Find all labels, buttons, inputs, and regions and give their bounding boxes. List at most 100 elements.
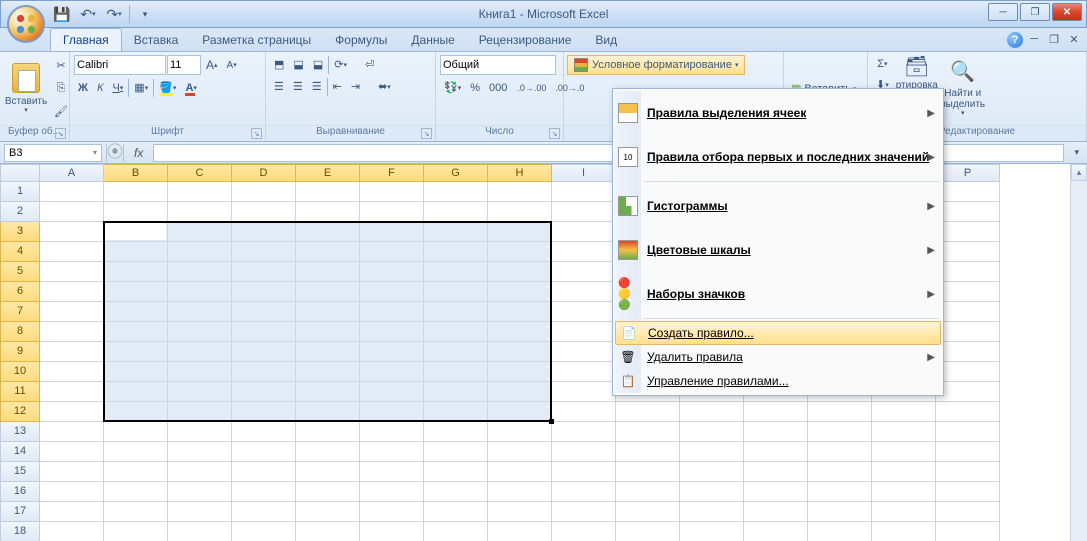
- column-header-C[interactable]: C: [168, 164, 232, 182]
- close-button[interactable]: ✕: [1052, 3, 1082, 21]
- doc-restore-icon[interactable]: ❐: [1047, 32, 1061, 46]
- wrap-text-icon[interactable]: ⏎: [361, 55, 378, 74]
- row-header-10[interactable]: 10: [0, 362, 40, 382]
- clipboard-launcher-icon[interactable]: ↘: [55, 128, 66, 139]
- column-header-I[interactable]: I: [552, 164, 616, 182]
- column-header-P[interactable]: P: [936, 164, 1000, 182]
- increase-decimal-icon[interactable]: .0→.00: [513, 80, 550, 96]
- row-header-9[interactable]: 9: [0, 342, 40, 362]
- find-select-button[interactable]: 🔍 Найти и выделить▾: [941, 55, 985, 121]
- name-box[interactable]: B3▾: [4, 144, 102, 162]
- tab-review[interactable]: Рецензирование: [467, 29, 584, 51]
- increase-indent-icon[interactable]: ⇥: [347, 77, 364, 96]
- underline-button[interactable]: Ч▾: [108, 79, 127, 97]
- row-header-5[interactable]: 5: [0, 262, 40, 282]
- align-middle-icon[interactable]: ⬓: [289, 55, 307, 74]
- menu-color-scales[interactable]: Цветовые шкалы ▶: [615, 228, 941, 272]
- scroll-up-icon[interactable]: ▴: [1071, 164, 1087, 181]
- column-header-A[interactable]: A: [40, 164, 104, 182]
- tab-page-layout[interactable]: Разметка страницы: [190, 29, 323, 51]
- tab-formulas[interactable]: Формулы: [323, 29, 399, 51]
- alignment-launcher-icon[interactable]: ↘: [421, 128, 432, 139]
- align-center-icon[interactable]: ☰: [289, 77, 307, 96]
- row-header-17[interactable]: 17: [0, 502, 40, 522]
- font-size-combo[interactable]: [167, 55, 201, 75]
- cut-icon[interactable]: ✂: [50, 56, 72, 75]
- font-color-icon[interactable]: A▾: [181, 79, 200, 97]
- column-header-E[interactable]: E: [296, 164, 360, 182]
- row-header-18[interactable]: 18: [0, 522, 40, 541]
- office-button[interactable]: [7, 5, 45, 43]
- redo-icon[interactable]: ↷▾: [103, 3, 125, 25]
- fx-icon[interactable]: fx: [128, 146, 149, 160]
- row-header-12[interactable]: 12: [0, 402, 40, 422]
- accounting-format-icon[interactable]: 💱▾: [440, 78, 465, 97]
- row-header-6[interactable]: 6: [0, 282, 40, 302]
- number-launcher-icon[interactable]: ↘: [549, 128, 560, 139]
- align-top-icon[interactable]: ⬒: [270, 55, 288, 74]
- qat-customize-icon[interactable]: ▾: [134, 3, 156, 25]
- column-header-H[interactable]: H: [488, 164, 552, 182]
- menu-highlight-cells-rules[interactable]: Правила выделения ячеек ▶: [615, 91, 941, 135]
- tab-home[interactable]: Главная: [50, 28, 122, 51]
- row-header-13[interactable]: 13: [0, 422, 40, 442]
- column-header-F[interactable]: F: [360, 164, 424, 182]
- undo-icon[interactable]: ↶▾: [77, 3, 99, 25]
- align-right-icon[interactable]: ☰: [308, 77, 326, 96]
- row-header-11[interactable]: 11: [0, 382, 40, 402]
- formula-bar-expand-icon[interactable]: ▾: [1070, 144, 1083, 161]
- autosum-icon[interactable]: Σ▾: [872, 55, 893, 73]
- menu-top-bottom-rules[interactable]: 10 Правила отбора первых и последних зна…: [615, 135, 941, 179]
- font-launcher-icon[interactable]: ↘: [251, 128, 262, 139]
- fill-color-icon[interactable]: 🪣▾: [155, 78, 180, 97]
- orientation-icon[interactable]: ⟳▾: [330, 55, 351, 74]
- row-header-16[interactable]: 16: [0, 482, 40, 502]
- align-bottom-icon[interactable]: ⬓: [309, 55, 327, 74]
- tab-data[interactable]: Данные: [399, 29, 466, 51]
- bold-button[interactable]: Ж: [74, 79, 92, 97]
- row-header-2[interactable]: 2: [0, 202, 40, 222]
- menu-data-bars[interactable]: Гистограммы ▶: [615, 184, 941, 228]
- comma-format-icon[interactable]: 000: [485, 79, 511, 97]
- font-name-combo[interactable]: [74, 55, 166, 75]
- vertical-scrollbar[interactable]: ▴: [1070, 164, 1087, 541]
- column-header-D[interactable]: D: [232, 164, 296, 182]
- conditional-formatting-button[interactable]: Условное форматирование ▾: [567, 55, 745, 75]
- menu-new-rule[interactable]: 📄 Создать правило...: [615, 321, 941, 345]
- menu-manage-rules[interactable]: 📋 Управление правилами...: [615, 369, 941, 393]
- fill-handle[interactable]: [549, 419, 554, 424]
- increase-font-icon[interactable]: A▴: [202, 55, 222, 75]
- help-icon[interactable]: ?: [1007, 32, 1023, 48]
- save-icon[interactable]: 💾: [51, 3, 73, 25]
- decrease-font-icon[interactable]: A▾: [223, 57, 241, 74]
- border-icon[interactable]: ▦▾: [130, 78, 152, 97]
- percent-format-icon[interactable]: %: [466, 79, 484, 97]
- row-header-1[interactable]: 1: [0, 182, 40, 202]
- italic-button[interactable]: К: [93, 79, 107, 97]
- minimize-button[interactable]: ─: [988, 3, 1018, 21]
- merge-center-icon[interactable]: ⬌▾: [374, 77, 395, 96]
- tab-view[interactable]: Вид: [583, 29, 629, 51]
- doc-close-icon[interactable]: ✕: [1067, 32, 1081, 46]
- column-header-G[interactable]: G: [424, 164, 488, 182]
- paste-button[interactable]: Вставить ▾: [4, 55, 48, 121]
- tab-insert[interactable]: Вставка: [122, 29, 191, 51]
- row-header-15[interactable]: 15: [0, 462, 40, 482]
- doc-minimize-icon[interactable]: ─: [1027, 32, 1041, 46]
- maximize-button[interactable]: ❐: [1020, 3, 1050, 21]
- copy-icon[interactable]: ⎘: [50, 79, 72, 98]
- row-header-3[interactable]: 3: [0, 222, 40, 242]
- decrease-indent-icon[interactable]: ⇤: [329, 77, 346, 96]
- row-header-4[interactable]: 4: [0, 242, 40, 262]
- namebox-expand-icon[interactable]: ⦿: [106, 144, 124, 162]
- menu-clear-rules[interactable]: 🗑 Удалить правила ▶: [615, 345, 941, 369]
- row-header-7[interactable]: 7: [0, 302, 40, 322]
- select-all-corner[interactable]: [0, 164, 40, 182]
- row-header-14[interactable]: 14: [0, 442, 40, 462]
- row-header-8[interactable]: 8: [0, 322, 40, 342]
- format-painter-icon[interactable]: 🖌: [50, 102, 72, 121]
- align-left-icon[interactable]: ☰: [270, 77, 288, 96]
- number-format-combo[interactable]: [440, 55, 556, 75]
- menu-icon-sets[interactable]: 🔴🟡🟢 Наборы значков ▶: [615, 272, 941, 316]
- column-header-B[interactable]: B: [104, 164, 168, 182]
